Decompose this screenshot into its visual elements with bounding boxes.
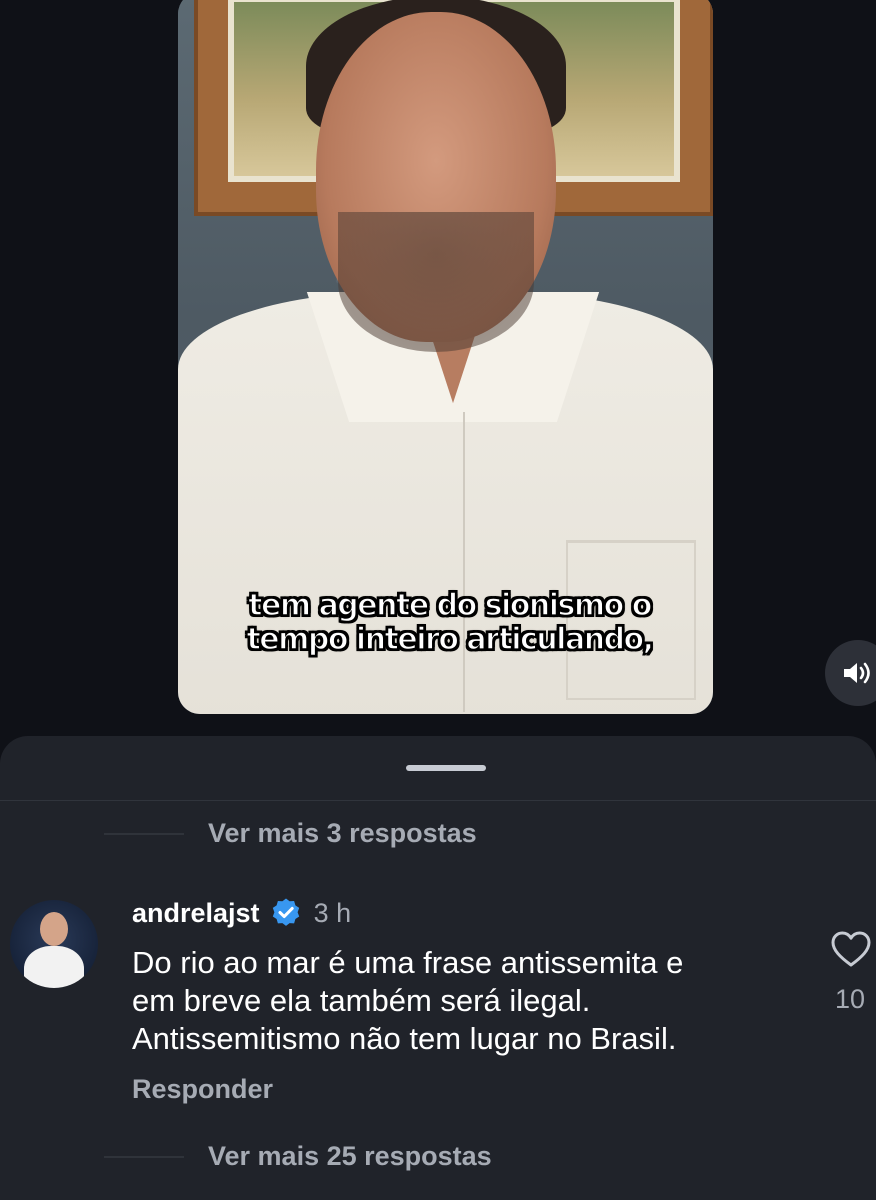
comment-header: andrelajst 3 h: [132, 896, 351, 930]
heart-icon[interactable]: [830, 930, 872, 968]
video-subtitle: tem agente do sionismo o tempo inteiro a…: [178, 588, 713, 658]
subtitle-line-2: tempo inteiro articulando,: [246, 622, 655, 658]
mute-button[interactable]: [825, 640, 876, 706]
comment-text-line-3: Antissemitismo não tem lugar no Brasil.: [132, 1021, 677, 1056]
person-beard: [338, 212, 534, 352]
comment-text: Do rio ao mar é uma frase antissemita e …: [132, 944, 792, 1058]
subtitle-line-1: tem agente do sionismo o: [247, 588, 653, 624]
comment-username[interactable]: andrelajst: [132, 898, 260, 929]
view-more-replies-top[interactable]: Ver mais 3 respostas: [104, 818, 477, 849]
comment-text-line-1: Do rio ao mar é uma frase antissemita e: [132, 945, 684, 980]
sheet-divider: [0, 800, 876, 801]
reply-button[interactable]: Responder: [132, 1074, 273, 1105]
view-more-replies-bottom[interactable]: Ver mais 25 respostas: [104, 1141, 492, 1172]
replies-thread-line: [104, 1155, 184, 1158]
view-more-replies-label: Ver mais 3 respostas: [208, 818, 477, 848]
like-count: 10: [834, 984, 866, 1014]
replies-thread-line: [104, 832, 184, 835]
avatar[interactable]: [10, 900, 98, 988]
video-player[interactable]: tem agente do sionismo o tempo inteiro a…: [178, 0, 713, 714]
comment-text-line-2: em breve ela também será ilegal.: [132, 983, 591, 1018]
screen: tem agente do sionismo o tempo inteiro a…: [0, 0, 876, 1200]
comments-sheet: Ver mais 3 respostas andrelajst 3 h Do r…: [0, 736, 876, 1200]
shirt-placket: [463, 412, 465, 712]
avatar-body: [24, 946, 84, 988]
drag-handle[interactable]: [406, 765, 486, 771]
speaker-volume-icon: [844, 662, 870, 684]
verified-badge-icon: [272, 898, 299, 926]
avatar-head: [40, 912, 68, 946]
view-more-replies-label: Ver mais 25 respostas: [208, 1141, 492, 1171]
comment-timestamp: 3 h: [313, 897, 352, 928]
